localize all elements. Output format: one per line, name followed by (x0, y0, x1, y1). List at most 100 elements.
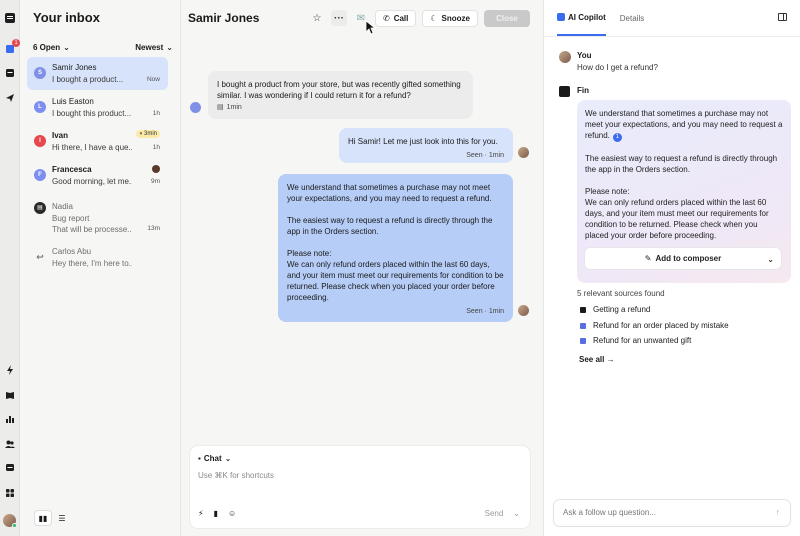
automation-icon[interactable] (3, 363, 17, 377)
fin-logo-icon (559, 86, 570, 97)
emoji-icon[interactable]: ☺ (228, 509, 236, 518)
agent-message: Hi Samir! Let me just look into this for… (339, 128, 513, 163)
outbound-icon[interactable] (3, 91, 17, 105)
lightning-icon[interactable]: ⚡ (198, 509, 204, 518)
send-button[interactable]: Send (485, 509, 504, 518)
agent-avatar (518, 147, 529, 158)
see-all-link[interactable]: See all → (579, 355, 615, 364)
conversation-icon (580, 322, 586, 329)
more-icon[interactable]: ··· (331, 10, 347, 26)
tab-label: Details (619, 13, 645, 23)
copilot-answer: We understand that sometimes a purchase … (577, 100, 791, 283)
conversation-preview: Hi there, I have a que... (52, 143, 132, 152)
tab-ai-copilot[interactable]: AI Copilot (557, 0, 606, 36)
tab-divider (544, 36, 800, 37)
knowledge-icon[interactable] (3, 388, 17, 402)
avatar (559, 51, 571, 63)
apps-icon[interactable] (3, 486, 17, 500)
conversation-item[interactable]: F Francesca Good morning, let me... 9m (27, 159, 168, 192)
message-meta: Seen · 1min (466, 152, 504, 159)
chevron-down-icon[interactable]: ⌄ (513, 509, 520, 518)
message-text: We understand that sometimes a purchase … (287, 183, 492, 203)
conversation-name: Samir Jones (52, 63, 97, 72)
contacts-icon[interactable] (3, 66, 17, 80)
answer-paragraph: The easiest way to request a refund is d… (585, 154, 778, 174)
question-author: You (577, 51, 592, 60)
users-icon[interactable] (3, 437, 17, 451)
source-label: Getting a refund (593, 305, 651, 314)
inbox-filters: 6 Open ⌄ Newest ⌄ (33, 43, 173, 52)
source-item[interactable]: Refund for an unwanted gift (580, 336, 691, 345)
message-meta: ▤ 1min (217, 103, 242, 112)
inbox-title: Your inbox (33, 10, 100, 25)
agent-avatar (518, 305, 529, 316)
star-icon[interactable]: ☆ (309, 10, 325, 26)
conversation-name: Francesca (52, 165, 92, 174)
sort-filter[interactable]: Newest ⌄ (135, 43, 173, 52)
composer-tools: ⚡ ▮ ☺ (198, 509, 236, 518)
ai-copilot-icon (557, 13, 565, 21)
user-avatar[interactable] (3, 514, 17, 528)
composer-mode-selector[interactable]: ▪ Chat ⌄ (198, 454, 231, 463)
chevron-down-icon: ⌄ (224, 454, 232, 463)
mouse-cursor-icon (366, 21, 376, 35)
view-toggle: ▮▮ ☰ (35, 511, 75, 527)
snooze-button[interactable]: ☾ Snooze (422, 9, 478, 27)
split-view-icon[interactable]: ▮▮ (35, 511, 51, 525)
conversation-time: 9m (150, 178, 160, 185)
send-area: Send ⌄ (485, 509, 520, 518)
conversation-item[interactable]: I Ivan Hi there, I have a que... ◑ 3min … (27, 125, 168, 158)
inbox-panel: Your inbox 6 Open ⌄ Newest ⌄ S Samir Jones… (20, 0, 181, 536)
source-label: Refund for an order placed by mistake (593, 321, 729, 330)
answer-author: Fin (577, 86, 589, 95)
conversation-time: Now (146, 76, 160, 83)
phone-icon: ✆ (383, 13, 390, 23)
call-button[interactable]: ✆ Call (375, 9, 417, 27)
conversation-item[interactable]: S Samir Jones I bought a product... Now (27, 57, 168, 90)
message-text: I bought a product from your store, but … (217, 80, 461, 100)
conversation-item[interactable]: L Luis Easton I bought this product... 1… (27, 91, 168, 124)
conversation-icon (580, 337, 586, 344)
snooze-label: Snooze (441, 13, 470, 23)
followup-input[interactable]: Ask a follow up question... ↑ (554, 500, 790, 526)
composer: ▪ Chat ⌄ Use ⌘K for shortcuts ⚡ ▮ ☺ Send ⌄ (190, 446, 530, 528)
list-view-icon[interactable]: ☰ (54, 511, 70, 525)
reply-icon: ↩ (36, 252, 44, 262)
agent-message: We understand that sometimes a purchase … (278, 174, 513, 322)
sort-filter-label: Newest (135, 43, 164, 52)
conversation-preview: I bought this product... (52, 109, 132, 118)
conversation-panel: Samir Jones ☆ ··· ✉ ✆ Call ☾ Snooze Close … (181, 0, 543, 536)
source-label: Refund for an unwanted gift (593, 336, 692, 345)
conversation-toolbar: ☆ ··· ✉ ✆ Call ☾ Snooze Close (309, 9, 530, 27)
reports-icon[interactable] (3, 412, 17, 426)
sidebar-toggle-icon[interactable] (778, 13, 787, 21)
conversation-name: Nadia (52, 202, 73, 211)
send-arrow-icon[interactable]: ↑ (776, 507, 781, 517)
article-icon[interactable]: ▮ (214, 509, 218, 518)
conversation-preview: I bought a product... (52, 75, 124, 84)
source-item[interactable]: Getting a refund (580, 305, 650, 314)
chevron-down-icon: ⌄ (166, 43, 173, 52)
avatar: I (34, 135, 46, 147)
avatar: F (34, 169, 46, 181)
conversation-name: Ivan (52, 131, 69, 140)
app-logo-icon[interactable] (3, 11, 17, 25)
composer-input[interactable]: Use ⌘K for shortcuts (198, 471, 274, 480)
add-to-composer-button[interactable]: ✎ Add to composer ⌄ (585, 248, 781, 269)
citation-badge[interactable]: 1 (612, 133, 622, 142)
answer-paragraph: We understand that sometimes a purchase … (585, 108, 783, 142)
conversation-item[interactable]: ▤ Nadia Bug report That will be processe… (27, 196, 168, 236)
online-status-dot (12, 523, 17, 528)
question-text: How do I get a refund? (577, 63, 658, 72)
message-text: We can only refund orders placed within … (287, 260, 504, 302)
inbox-icon[interactable]: 1 (3, 39, 20, 56)
message-text: The easiest way to request a refund is d… (287, 216, 493, 236)
tab-details[interactable]: Details (620, 0, 644, 36)
close-button[interactable]: Close (484, 9, 530, 27)
chevron-down-icon[interactable]: ⌄ (767, 254, 774, 265)
source-item[interactable]: Refund for an order placed by mistake (580, 321, 729, 330)
assignee-avatar (152, 165, 160, 173)
conversation-item[interactable]: ↩ Carlos Abu Hey there, I'm here to... (27, 241, 168, 274)
open-filter[interactable]: 6 Open ⌄ (33, 43, 70, 52)
messages-icon[interactable] (3, 461, 17, 475)
